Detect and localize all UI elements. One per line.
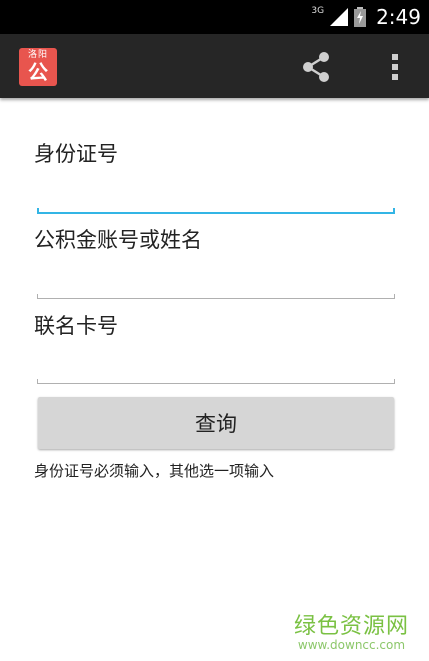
battery-icon [354, 7, 367, 27]
action-bar: 洛阳 公 [0, 34, 429, 98]
status-icons: 3G 2:49 [311, 0, 421, 34]
card-number-label: 联名卡号 [34, 314, 118, 338]
signal-icon [330, 8, 349, 26]
watermark-url: www.downcc.com [297, 638, 406, 652]
status-time: 2:49 [376, 5, 421, 29]
share-button[interactable] [298, 49, 334, 85]
status-bar: 3G 2:49 [0, 0, 429, 34]
app-logo-icon[interactable]: 洛阳 公 [19, 48, 57, 86]
account-or-name-label: 公积金账号或姓名 [34, 228, 202, 252]
query-button[interactable]: 查询 [38, 397, 394, 449]
account-or-name-input[interactable] [37, 265, 395, 295]
watermark-title: 绿色资源网 [293, 614, 409, 639]
overflow-menu-button[interactable] [384, 49, 406, 85]
input-hint-text: 身份证号必须输入，其他选一项输入 [34, 462, 275, 480]
account-or-name-underline [37, 294, 395, 299]
card-number-input[interactable] [37, 350, 395, 380]
card-number-underline [37, 379, 395, 384]
share-icon [303, 52, 329, 82]
id-number-underline [37, 208, 395, 214]
network-type-label: 3G [311, 6, 325, 16]
overflow-menu-icon [392, 54, 398, 80]
id-number-input[interactable] [37, 180, 395, 210]
watermark: 绿色资源网 www.downcc.com [294, 608, 409, 652]
id-number-label: 身份证号 [34, 142, 118, 166]
app-logo-char: 公 [28, 60, 48, 84]
